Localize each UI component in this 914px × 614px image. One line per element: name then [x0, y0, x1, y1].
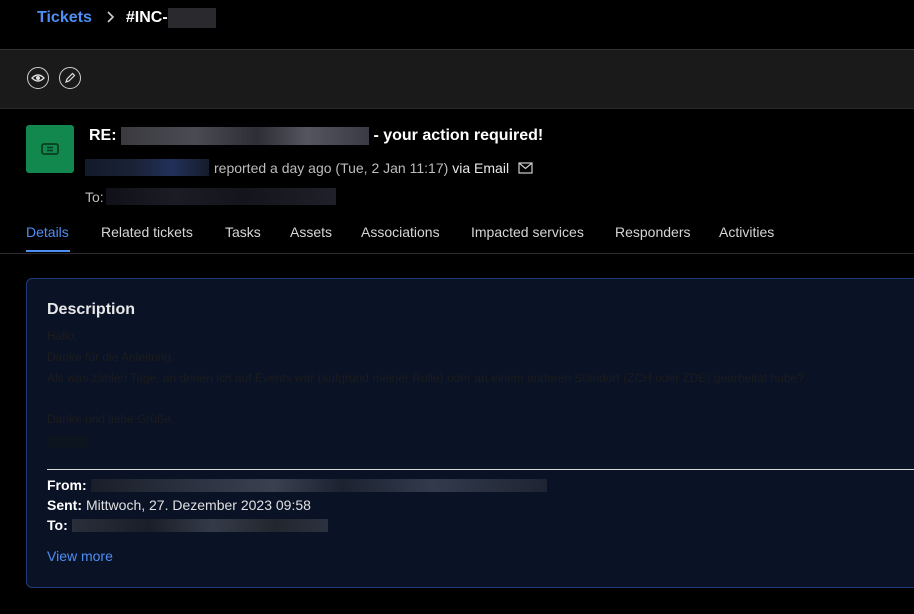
active-tab-indicator	[26, 250, 70, 252]
email-body-line: Hallo,	[47, 329, 78, 343]
ticket-icon	[26, 125, 74, 173]
breadcrumb-tickets-link[interactable]: Tickets	[37, 9, 92, 27]
subject-prefix: RE:	[89, 127, 121, 144]
ticket-number-prefix: #INC-	[125, 9, 168, 26]
reported-text: reported a day ago (Tue, 2 Jan 11:17)	[214, 159, 449, 176]
from-label: From:	[47, 477, 87, 493]
email-body-line: Danke und liebe Grüße,	[47, 412, 175, 426]
ticket-to: To:	[85, 188, 336, 205]
ticket-subject: RE: - your action required!	[89, 127, 543, 145]
tab-activities[interactable]: Activities	[719, 224, 774, 240]
divider	[47, 469, 914, 470]
redacted-reporter	[85, 159, 209, 176]
tab-bar: Details Related tickets Tasks Assets Ass…	[0, 218, 914, 254]
tab-assets[interactable]: Assets	[290, 224, 332, 240]
tab-impacted-services[interactable]: Impacted services	[471, 224, 584, 240]
toolbar	[0, 49, 914, 109]
tab-details[interactable]: Details	[26, 224, 69, 240]
ticket-meta: reported a day ago (Tue, 2 Jan 11:17) vi…	[85, 159, 533, 176]
redacted-recipients	[105, 188, 336, 205]
tab-related-tickets[interactable]: Related tickets	[101, 224, 193, 240]
tab-responders[interactable]: Responders	[615, 224, 691, 240]
sent-label: Sent:	[47, 497, 82, 513]
eye-icon[interactable]	[27, 67, 49, 89]
envelope-icon	[518, 161, 533, 174]
email-from: From:	[47, 477, 547, 493]
breadcrumb: Tickets #INC-	[37, 8, 216, 28]
redacted-text	[167, 8, 216, 28]
view-more-link[interactable]: View more	[47, 548, 113, 564]
to-label: To:	[47, 517, 68, 533]
email-sent: Sent: Mittwoch, 27. Dezember 2023 09:58	[47, 497, 311, 513]
pencil-icon[interactable]	[59, 67, 81, 89]
description-card: Description Hallo, Danke für die Anleitu…	[26, 278, 914, 588]
tab-tasks[interactable]: Tasks	[225, 224, 261, 240]
description-title: Description	[47, 301, 136, 318]
tab-associations[interactable]: Associations	[361, 224, 440, 240]
email-body-line: Als was zählen Tage, an denen ich auf Ev…	[47, 371, 804, 385]
via-text: via Email	[452, 159, 510, 176]
redacted-recipients	[71, 518, 328, 532]
email-to: To:	[47, 517, 328, 533]
sent-value: Mittwoch, 27. Dezember 2023 09:58	[86, 497, 311, 513]
breadcrumb-current: #INC-	[126, 8, 216, 28]
subject-suffix: - your action required!	[369, 127, 544, 144]
redacted-text	[121, 127, 369, 145]
redacted-sender	[90, 478, 547, 492]
email-body-line: Danke für die Anleitung.	[47, 350, 175, 364]
to-label: To:	[85, 188, 104, 205]
chevron-right-icon	[106, 10, 116, 26]
redacted-signature	[47, 435, 89, 448]
